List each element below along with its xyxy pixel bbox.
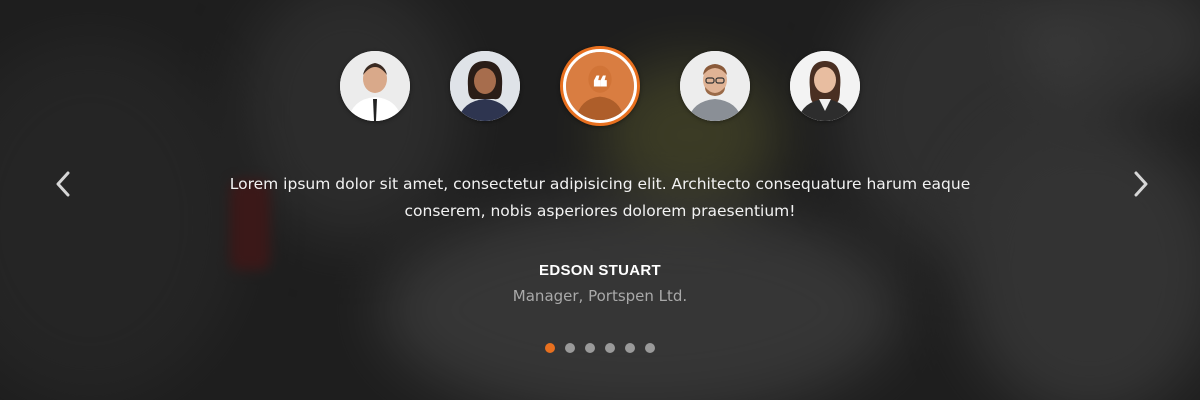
pagination-dot-1[interactable] — [545, 343, 555, 353]
avatar-5[interactable] — [790, 51, 860, 121]
person-avatar-icon — [790, 51, 860, 121]
avatar-4[interactable] — [680, 51, 750, 121]
pagination-dot-2[interactable] — [565, 343, 575, 353]
person-avatar-icon — [680, 51, 750, 121]
chevron-left-icon — [56, 171, 70, 197]
testimonial-section: ❝ Lorem ipsum dolor sit amet, consectetu… — [0, 0, 1200, 400]
prev-button[interactable] — [48, 166, 78, 202]
pagination-dots — [0, 343, 1200, 353]
pagination-dot-5[interactable] — [625, 343, 635, 353]
next-button[interactable] — [1126, 166, 1156, 202]
chevron-right-icon — [1134, 171, 1148, 197]
avatar-carousel: ❝ — [0, 46, 1200, 126]
pagination-dot-6[interactable] — [645, 343, 655, 353]
author-name: EDSON STUART — [539, 262, 661, 279]
pagination-dot-4[interactable] — [605, 343, 615, 353]
quote-icon: ❝ — [591, 71, 609, 106]
avatar-1[interactable] — [340, 51, 410, 121]
avatar-3-active[interactable]: ❝ — [560, 46, 640, 126]
testimonial-quote: Lorem ipsum dolor sit amet, consectetur … — [229, 175, 971, 220]
person-avatar-icon — [340, 51, 410, 121]
person-avatar-icon — [450, 51, 520, 121]
avatar-2[interactable] — [450, 51, 520, 121]
quote-overlay: ❝ — [566, 52, 634, 120]
author-role: Manager, Portspen Ltd. — [512, 287, 688, 305]
pagination-dot-3[interactable] — [585, 343, 595, 353]
